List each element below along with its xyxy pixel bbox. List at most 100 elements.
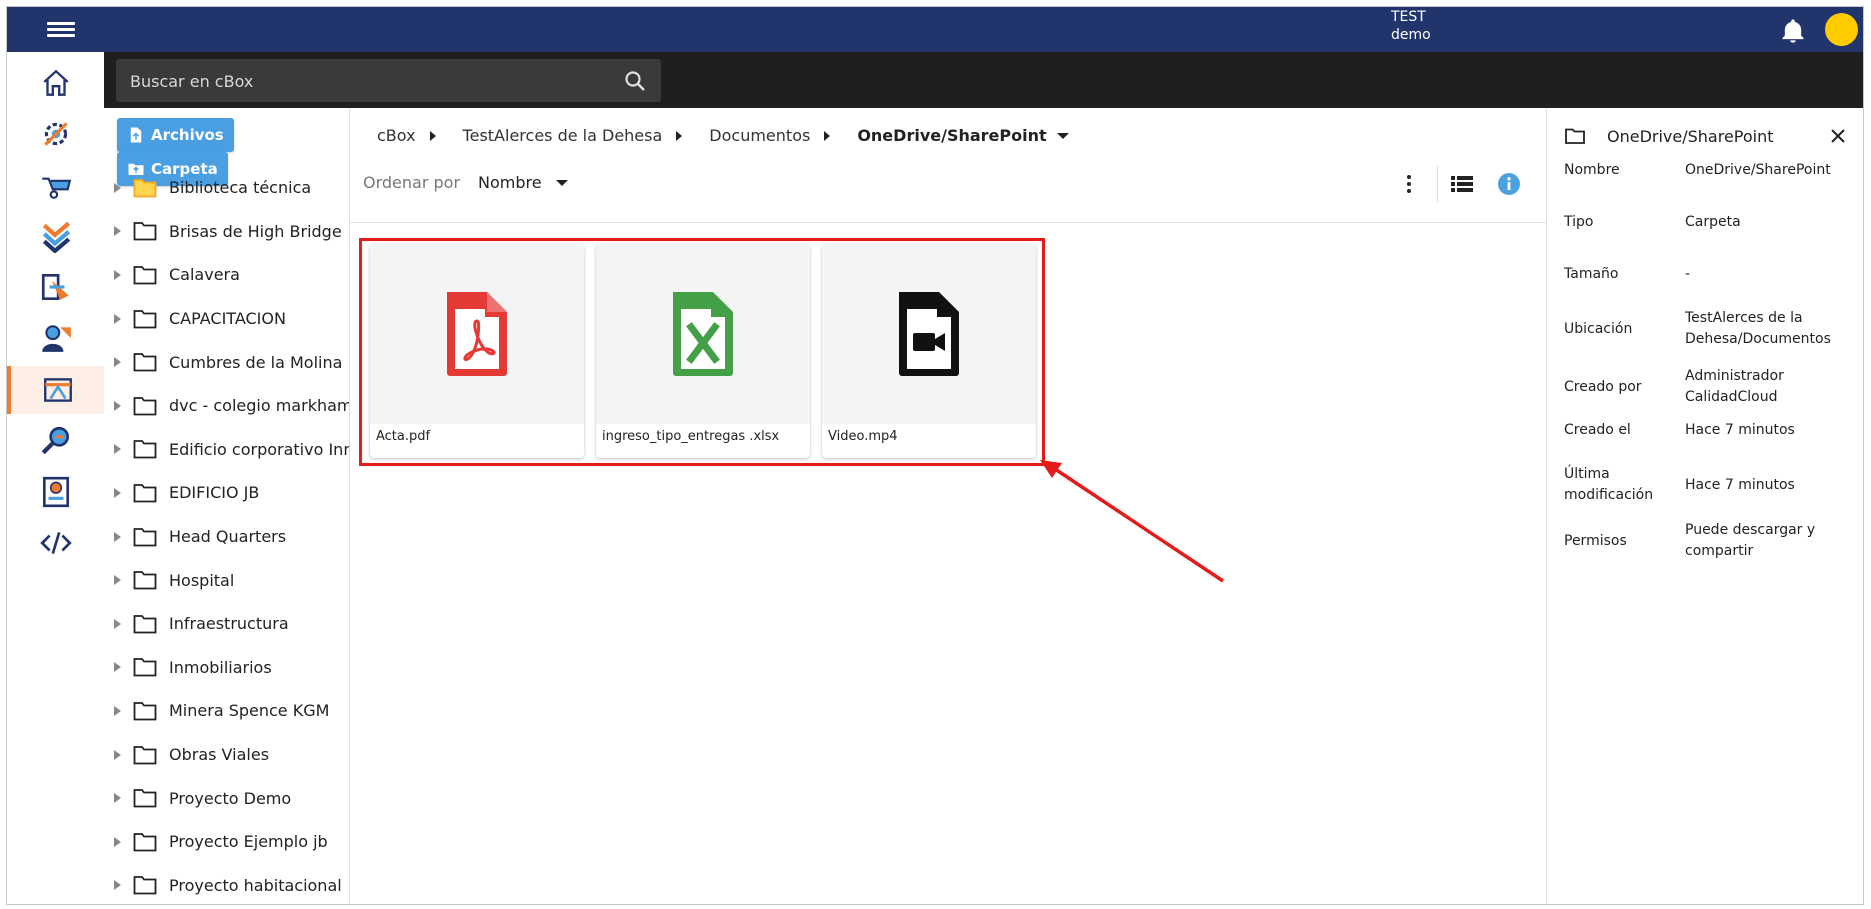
avatar[interactable] [1825, 13, 1858, 46]
chevron-down-icon[interactable] [1056, 132, 1069, 139]
expand-arrow-icon[interactable] [114, 618, 121, 629]
detail-key: Nombre [1564, 162, 1620, 178]
tree-item-label: Minera Spence KGM [169, 701, 330, 721]
detail-key: Tamaño [1564, 266, 1619, 282]
tree-item[interactable]: CAPACITACION [104, 297, 349, 341]
more-options-icon[interactable] [1399, 169, 1419, 199]
tree-item-label: CAPACITACION [169, 309, 286, 329]
tree-item[interactable]: Minera Spence KGM [104, 689, 349, 733]
tree-item[interactable]: Head Quarters [104, 515, 349, 559]
checklist-icon[interactable] [7, 212, 104, 260]
expand-arrow-icon[interactable] [114, 531, 121, 542]
file-upload-icon [130, 127, 142, 143]
expand-arrow-icon[interactable] [114, 749, 121, 760]
tree-item[interactable]: Brisas de High Bridge [104, 210, 349, 254]
document-storage-icon[interactable] [7, 366, 104, 414]
tree-item[interactable]: dvc - colegio markham [104, 384, 349, 428]
tree-item[interactable]: Obras Viales [104, 733, 349, 777]
breadcrumb-current[interactable]: OneDrive/SharePoint [857, 126, 1046, 145]
upload-files-button[interactable]: Archivos [117, 118, 234, 152]
expand-arrow-icon[interactable] [114, 836, 121, 847]
folder-icon [133, 266, 157, 285]
home-icon[interactable] [7, 59, 104, 107]
folder-icon [133, 832, 157, 852]
expand-arrow-icon[interactable] [114, 269, 121, 280]
detail-row: Tamaño - [1564, 264, 1853, 285]
tree-item-label: Biblioteca técnica [169, 178, 312, 198]
bell-icon[interactable] [1779, 17, 1807, 45]
chevron-right-icon [676, 130, 683, 141]
tree-item[interactable]: Proyecto habitacional [104, 864, 349, 905]
tree-item[interactable]: Edificio corporativo Inn [104, 428, 349, 472]
tree-item[interactable]: Proyecto Demo [104, 776, 349, 820]
file-card[interactable]: Video.mp4 [822, 244, 1036, 458]
expand-arrow-icon[interactable] [114, 880, 121, 891]
folder-icon [133, 309, 157, 328]
tree-item[interactable]: Proyecto Ejemplo jb [104, 820, 349, 864]
detail-row: Creado el Hace 7 minutos [1564, 420, 1853, 441]
expand-arrow-icon[interactable] [114, 793, 121, 804]
breadcrumb-item[interactable]: cBox [377, 126, 416, 145]
file-name: Acta.pdf [376, 429, 431, 444]
detail-key: Creado por [1564, 378, 1642, 395]
tree-item[interactable]: Inmobiliarios [104, 646, 349, 690]
expand-arrow-icon[interactable] [114, 357, 121, 368]
expand-arrow-icon[interactable] [114, 182, 121, 193]
expand-arrow-icon[interactable] [114, 487, 121, 498]
detail-value: Hace 7 minutos [1685, 476, 1795, 493]
tree-item[interactable]: Infraestructura [104, 602, 349, 646]
folder-icon [133, 440, 157, 459]
certificate-icon[interactable] [7, 468, 104, 516]
tree-item[interactable]: Cumbres de la Molina [104, 340, 349, 384]
video-file-icon [899, 292, 959, 376]
menu-icon[interactable] [47, 19, 75, 41]
folder-icon [133, 876, 157, 895]
sort-select[interactable]: Nombre [478, 173, 542, 192]
expand-arrow-icon[interactable] [114, 444, 121, 455]
expand-arrow-icon[interactable] [114, 400, 121, 411]
settings-tools-icon[interactable] [7, 110, 104, 158]
chevron-down-icon[interactable] [555, 179, 568, 186]
folder-tree-panel: Archivos Carpeta Biblioteca técnica Brisa… [104, 108, 350, 904]
detail-value: Carpeta [1685, 214, 1741, 230]
sort-label: Ordenar por [363, 173, 461, 192]
expand-arrow-icon[interactable] [114, 575, 121, 586]
search-analysis-icon[interactable] [7, 417, 104, 465]
user-line-1: TEST [1391, 9, 1426, 25]
file-card[interactable]: ingreso_tipo_entregas .xlsx [596, 244, 810, 458]
top-bar: TEST demo [7, 7, 1863, 52]
detail-row: Permisos Puede descargar y compartir [1564, 520, 1853, 562]
users-icon[interactable] [7, 314, 104, 362]
details-panel: OneDrive/SharePoint Nombre OneDrive/Share… [1546, 108, 1863, 904]
close-icon[interactable] [1829, 127, 1847, 145]
folder-icon [1565, 128, 1585, 144]
detail-value: Administrador CalidadCloud [1685, 368, 1784, 405]
file-card[interactable]: Acta.pdf [370, 244, 584, 458]
info-icon[interactable] [1496, 171, 1522, 197]
tree-item-label: Brisas de High Bridge [169, 221, 342, 241]
tree-item[interactable]: Calavera [104, 253, 349, 297]
breadcrumb-item[interactable]: Documentos [709, 126, 810, 145]
code-icon[interactable] [7, 519, 104, 567]
tree-item-label: Edificio corporativo Inn [169, 439, 350, 459]
chevron-right-icon [824, 130, 831, 141]
search-input[interactable] [116, 59, 612, 104]
module-rail [7, 52, 105, 904]
expand-arrow-icon[interactable] [114, 705, 121, 716]
annotation-arrow [1040, 460, 1224, 583]
wheelbarrow-icon[interactable] [7, 161, 104, 209]
file-browser: cBox TestAlerces de la Dehesa Documentos… [350, 108, 1546, 904]
search-icon[interactable] [623, 69, 647, 93]
expand-arrow-icon[interactable] [114, 662, 121, 673]
breadcrumb-item[interactable]: TestAlerces de la Dehesa [463, 126, 663, 145]
expand-arrow-icon[interactable] [114, 226, 121, 237]
tree-item-label: Head Quarters [169, 527, 287, 547]
expand-arrow-icon[interactable] [114, 313, 121, 324]
login-icon[interactable] [7, 263, 104, 311]
detail-row: Tipo Carpeta [1564, 212, 1853, 233]
tree-item[interactable]: Hospital [104, 558, 349, 602]
list-view-icon[interactable] [1450, 174, 1474, 194]
tree-item[interactable]: EDIFICIO JB [104, 471, 349, 515]
tree-item[interactable]: Biblioteca técnica [104, 166, 349, 210]
detail-value: Puede descargar y compartir [1685, 522, 1816, 559]
